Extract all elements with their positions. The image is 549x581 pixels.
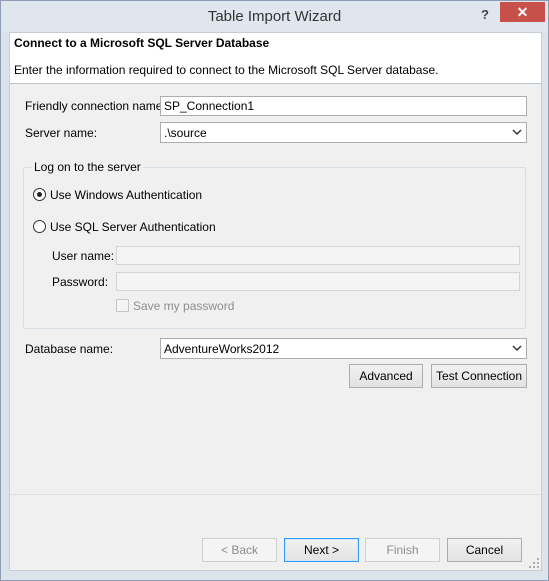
wizard-content: Connect to a Microsoft SQL Server Databa… — [9, 32, 542, 571]
save-password-checkbox[interactable] — [116, 299, 129, 312]
close-icon: ✕ — [516, 4, 529, 20]
username-input[interactable] — [116, 246, 520, 265]
friendly-name-label: Friendly connection name: — [25, 99, 166, 113]
database-name-label: Database name: — [25, 342, 114, 356]
database-name-value: AdventureWorks2012 — [164, 342, 280, 356]
next-button[interactable]: Next > — [284, 538, 359, 562]
logon-group-title: Log on to the server — [32, 160, 143, 174]
footer-divider — [10, 494, 541, 495]
page-title: Connect to a Microsoft SQL Server Databa… — [14, 36, 270, 50]
server-name-value: .\source — [164, 126, 207, 140]
radio-selected-dot — [37, 192, 42, 197]
page-header: Connect to a Microsoft SQL Server Databa… — [10, 33, 541, 84]
page-description: Enter the information required to connec… — [14, 63, 439, 77]
server-name-combobox[interactable]: .\source — [160, 122, 527, 143]
chevron-down-icon[interactable] — [512, 126, 522, 138]
cancel-button[interactable]: Cancel — [447, 538, 522, 562]
username-label: User name: — [52, 249, 115, 263]
resize-grip-icon[interactable] — [528, 557, 540, 569]
database-name-combobox[interactable]: AdventureWorks2012 — [160, 338, 527, 359]
title-bar[interactable]: Table Import Wizard ? ✕ — [1, 1, 548, 32]
windows-auth-radio[interactable] — [33, 188, 46, 201]
server-name-label: Server name: — [25, 126, 98, 140]
wizard-footer: < Back Next > Finish Cancel — [10, 492, 541, 570]
back-button[interactable]: < Back — [202, 538, 277, 562]
save-password-label[interactable]: Save my password — [133, 299, 234, 313]
sql-auth-label[interactable]: Use SQL Server Authentication — [50, 220, 216, 234]
friendly-name-input[interactable] — [160, 96, 527, 116]
finish-button[interactable]: Finish — [365, 538, 440, 562]
wizard-window: Table Import Wizard ? ✕ Connect to a Mic… — [0, 0, 549, 581]
connection-form: Friendly connection name: Server name: .… — [10, 84, 541, 492]
password-input[interactable] — [116, 272, 520, 291]
windows-auth-label[interactable]: Use Windows Authentication — [50, 188, 202, 202]
password-label: Password: — [52, 275, 109, 289]
close-button[interactable]: ✕ — [500, 2, 545, 22]
advanced-button[interactable]: Advanced — [349, 364, 423, 388]
test-connection-button[interactable]: Test Connection — [431, 364, 527, 388]
chevron-down-icon[interactable] — [512, 342, 522, 354]
sql-auth-radio[interactable] — [33, 220, 46, 233]
help-button[interactable]: ? — [475, 7, 495, 23]
window-title: Table Import Wizard — [207, 8, 342, 25]
